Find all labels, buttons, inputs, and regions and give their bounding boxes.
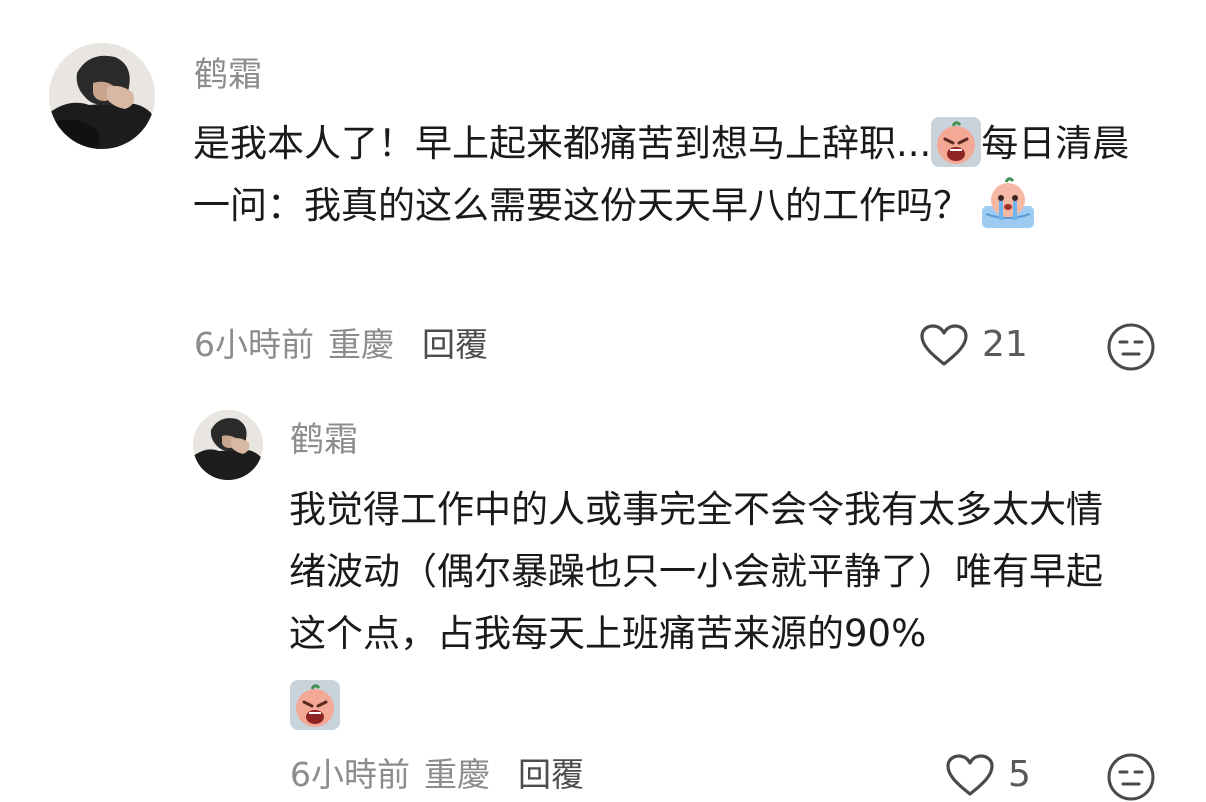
crying-peach-emoji bbox=[980, 176, 1036, 232]
neutral-face-icon bbox=[1107, 753, 1155, 801]
comment-time: 6小時前 bbox=[194, 325, 314, 364]
reply-location: 重慶 bbox=[424, 755, 490, 794]
comment-reply-button[interactable]: 回覆 bbox=[422, 325, 488, 364]
replier-avatar[interactable] bbox=[193, 410, 263, 480]
comment-like-button[interactable]: 21 bbox=[918, 322, 1028, 368]
reply-meta: 6小時前 重慶 回覆 bbox=[290, 755, 584, 795]
commenter-username[interactable]: 鹤霜 bbox=[194, 55, 262, 95]
avatar-photo bbox=[49, 43, 155, 149]
reply-like-count: 5 bbox=[1008, 754, 1031, 795]
reply-text-content: 我觉得工作中的人或事完全不会令我有太多太大情绪波动（偶尔暴躁也只一小会就平静了）… bbox=[289, 488, 1103, 655]
comment-location: 重慶 bbox=[328, 325, 394, 364]
replier-username[interactable]: 鹤霜 bbox=[290, 420, 358, 460]
reply-like-button[interactable]: 5 bbox=[944, 752, 1031, 798]
heart-outline-icon bbox=[946, 754, 994, 796]
commenter-avatar[interactable] bbox=[49, 43, 155, 149]
reply-text: 我觉得工作中的人或事完全不会令我有太多太大情绪波动（偶尔暴躁也只一小会就平静了）… bbox=[289, 479, 1139, 665]
reply-dislike-button[interactable] bbox=[1106, 752, 1156, 802]
reply-time: 6小時前 bbox=[290, 755, 410, 794]
comment-text-part-1: 是我本人了！早上起来都痛苦到想马上辞职... bbox=[193, 122, 932, 165]
comment-like-count: 21 bbox=[982, 324, 1028, 365]
comment-meta: 6小時前 重慶 回覆 bbox=[194, 325, 488, 365]
reply-reply-button[interactable]: 回覆 bbox=[518, 755, 584, 794]
avatar-photo bbox=[193, 410, 263, 480]
heart-outline-icon bbox=[920, 324, 968, 366]
sobbing-peach-emoji bbox=[290, 680, 340, 730]
neutral-face-icon bbox=[1107, 323, 1155, 371]
sobbing-peach-emoji bbox=[931, 116, 982, 167]
comment-text: 是我本人了！早上起来都痛苦到想马上辞职... 每日清晨一问：我真的这么需要这份天… bbox=[193, 113, 1163, 237]
comment-dislike-button[interactable] bbox=[1106, 322, 1156, 372]
